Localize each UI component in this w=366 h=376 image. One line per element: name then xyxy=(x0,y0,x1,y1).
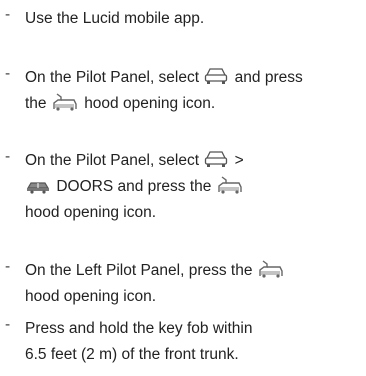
item-text: 6.5 feet (2 m) of the front trunk. xyxy=(25,346,239,363)
list-item-text: On the Pilot Panel, select > DOORS and p… xyxy=(25,148,360,226)
bullet-dash: - xyxy=(5,148,11,165)
list-item-text: Use the Lucid mobile app. xyxy=(25,6,360,32)
item-text: > xyxy=(234,152,244,169)
bullet-dash: - xyxy=(5,6,11,23)
item-text: DOORS and press the xyxy=(56,178,212,195)
bullet-dash: - xyxy=(5,258,11,275)
hood-opening-icon xyxy=(217,176,243,194)
item-text: On the Left Pilot Panel, press the xyxy=(25,262,253,279)
item-text: hood opening icon. xyxy=(25,288,157,305)
item-text: Use the Lucid mobile app. xyxy=(25,10,205,27)
item-text: hood opening icon. xyxy=(25,204,157,221)
item-text: and press xyxy=(234,69,303,86)
item-text: hood opening icon. xyxy=(84,95,216,112)
list-item-text: Press and hold the key fob within 6.5 fe… xyxy=(25,316,360,368)
item-text: On the Pilot Panel, select xyxy=(25,152,200,169)
hood-opening-icon xyxy=(258,260,284,278)
bullet-dash: - xyxy=(5,65,11,82)
item-text: On the Pilot Panel, select xyxy=(25,69,200,86)
car-front-icon xyxy=(204,150,228,168)
page: { "items": [ { "dash": "-", "text": "Use… xyxy=(0,0,366,376)
list-item-text: On the Pilot Panel, select and press the xyxy=(25,65,360,117)
car-doors-icon xyxy=(26,178,50,194)
list-item-text: On the Left Pilot Panel, press the hood … xyxy=(25,258,360,310)
bullet-dash: - xyxy=(5,316,11,333)
car-front-icon xyxy=(204,67,228,85)
item-text: Press and hold the key fob within xyxy=(25,320,253,337)
hood-opening-icon xyxy=(52,93,78,111)
item-text: the xyxy=(25,95,47,112)
